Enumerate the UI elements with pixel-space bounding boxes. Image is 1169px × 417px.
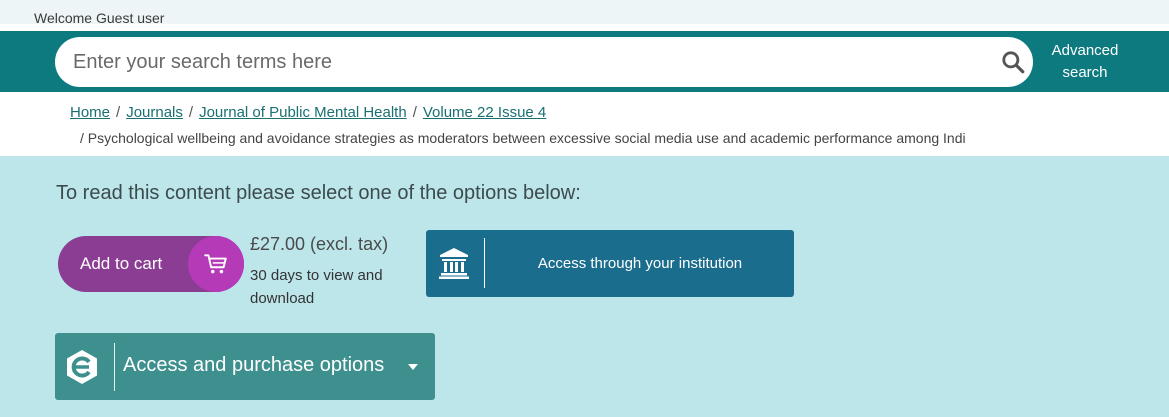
search-icon[interactable] [1000, 49, 1026, 75]
advanced-search-line1: Advanced [1051, 42, 1119, 59]
breadcrumb-separator: / [116, 104, 121, 121]
institution-icon [439, 248, 469, 279]
breadcrumb-current-article: / Psychological wellbeing and avoidance … [80, 130, 966, 146]
welcome-bar: Welcome Guest user [0, 0, 1169, 26]
advanced-search-line2: search [1062, 64, 1108, 81]
purchase-options-label: Access and purchase options [123, 354, 385, 376]
button-divider [114, 343, 115, 391]
breadcrumb-journal[interactable]: Journal of Public Mental Health [199, 104, 407, 121]
cart-icon-circle [188, 236, 244, 292]
price-note: 30 days to view and download [250, 267, 383, 307]
search-box[interactable] [55, 37, 1033, 87]
welcome-text: Welcome Guest user [34, 10, 165, 26]
access-panel: To read this content please select one o… [0, 156, 1169, 417]
chevron-down-icon [408, 364, 418, 370]
breadcrumb-home[interactable]: Home [70, 104, 110, 121]
price: £27.00 (excl. tax) [250, 234, 389, 254]
access-purchase-options-button[interactable]: Access and purchase options [55, 333, 435, 400]
breadcrumb-journals[interactable]: Journals [126, 104, 183, 121]
button-divider [484, 238, 485, 288]
breadcrumb-issue[interactable]: Volume 22 Issue 4 [423, 104, 546, 121]
access-through-institution-button[interactable]: Access through your institution [426, 230, 794, 297]
breadcrumb-separator: / [188, 104, 194, 121]
advanced-search-link[interactable]: Advanced search [1040, 40, 1130, 84]
publisher-logo-icon [67, 350, 97, 384]
institution-label: Access through your institution [537, 255, 743, 272]
cart-icon [204, 254, 227, 274]
search-input[interactable] [73, 43, 973, 81]
breadcrumb-separator: / [412, 104, 417, 121]
breadcrumb: Home / Journals / Journal of Public Mental H… [70, 104, 546, 121]
access-prompt: To read this content please select one o… [56, 182, 581, 204]
add-to-cart-label: Add to cart [80, 254, 163, 273]
add-to-cart-button[interactable]: Add to cart [58, 236, 244, 292]
search-band: Advanced search [0, 31, 1169, 92]
